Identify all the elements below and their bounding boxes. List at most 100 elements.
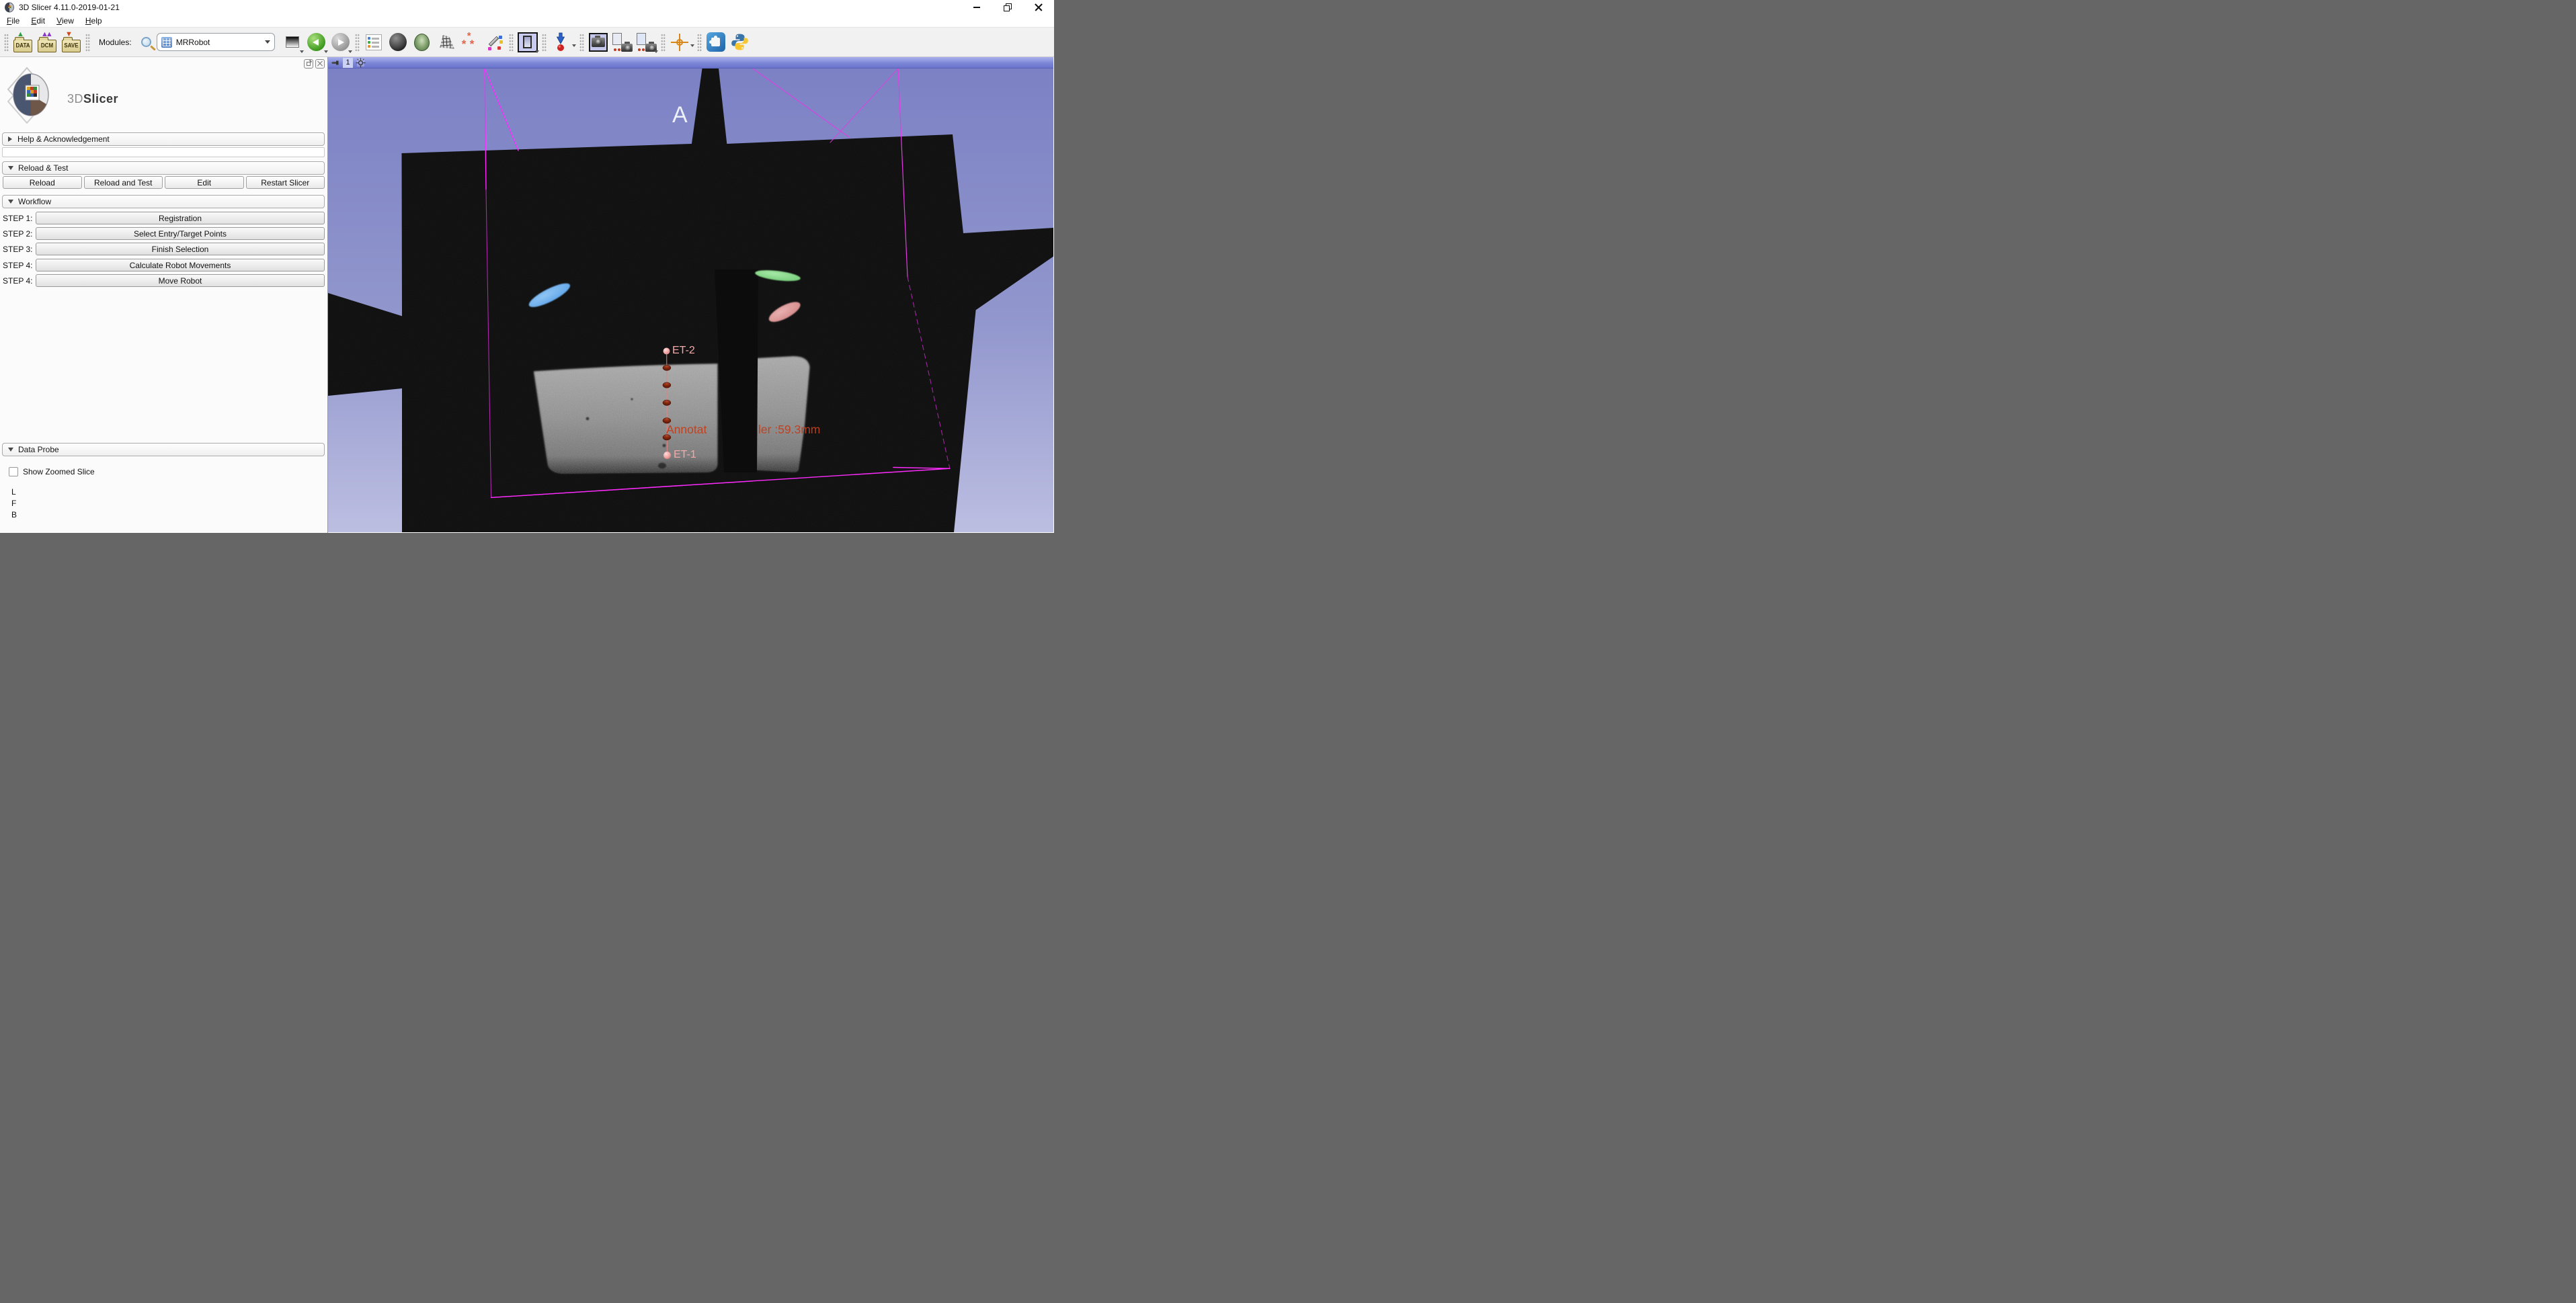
select-entry-target-button[interactable]: Select Entry/Target Points — [36, 227, 325, 240]
section-title: Workflow — [18, 197, 51, 206]
section-title: Help & Acknowledgement — [17, 134, 110, 144]
chevron-down-icon — [324, 50, 328, 53]
step-label: STEP 4: — [3, 276, 36, 286]
axis-label-l: L — [11, 487, 16, 497]
mesh-wedge-icon — [438, 34, 454, 50]
dicom-button[interactable]: ▲▲ DCM — [36, 30, 58, 55]
crosshair-button[interactable] — [668, 30, 691, 55]
restart-slicer-button[interactable]: Restart Slicer — [246, 176, 325, 189]
menu-help[interactable]: Help — [81, 15, 107, 26]
ruler-text-right: ler :59.3mm — [758, 423, 820, 436]
chevron-down-icon — [348, 50, 352, 53]
screenshot-button[interactable] — [587, 30, 610, 55]
scene-view-camera-icon — [612, 33, 633, 52]
fiducial-et1-label: ET-1 — [674, 449, 696, 460]
view-controller-bar[interactable]: 1 — [328, 57, 1053, 69]
layout-selector-button[interactable] — [516, 30, 539, 55]
fiducial-pin-icon — [555, 32, 566, 52]
red-asterisks-icon: * * * — [461, 33, 480, 52]
chevron-down-icon — [654, 50, 658, 53]
registration-button[interactable]: Registration — [36, 212, 325, 224]
scene-view-button[interactable] — [611, 30, 634, 55]
show-zoomed-slice-label: Show Zoomed Slice — [23, 467, 95, 476]
python-icon — [731, 33, 749, 51]
python-console-button[interactable] — [729, 30, 752, 55]
toolbar-grip[interactable] — [85, 33, 90, 52]
minimize-icon — [973, 7, 980, 8]
ruler-annotation — [663, 351, 671, 455]
module-search-icon[interactable] — [141, 37, 151, 47]
models-button[interactable] — [435, 30, 458, 55]
restore-icon — [1004, 3, 1012, 11]
3d-scene[interactable]: ET-2 ET-1 Annotat ler :59.3mm A — [328, 69, 1053, 532]
extensions-manager-button[interactable] — [705, 30, 727, 55]
chevron-down-icon — [535, 50, 539, 53]
toolbar-grip[interactable] — [355, 33, 360, 52]
finish-selection-button[interactable]: Finish Selection — [36, 243, 325, 255]
reload-and-test-button[interactable]: Reload and Test — [84, 176, 163, 189]
close-button[interactable] — [1023, 0, 1054, 15]
close-icon — [317, 61, 323, 67]
ruler-tick-disk — [663, 400, 671, 405]
forward-arrow-icon — [331, 33, 350, 51]
restore-scene-view-button[interactable] — [635, 30, 658, 55]
history-swatch-icon — [286, 36, 299, 48]
section-workflow[interactable]: Workflow — [2, 195, 325, 208]
axis-label-f: F — [11, 499, 16, 508]
section-help-acknowledgement[interactable]: Help & Acknowledgement — [2, 132, 325, 146]
fiducial-et2-point[interactable] — [663, 348, 670, 355]
menu-bar: File Edit View Help — [0, 15, 1054, 27]
slicer-logo-icon — [4, 65, 66, 124]
reload-button[interactable]: Reload — [3, 176, 82, 189]
chevron-down-icon — [690, 44, 694, 47]
scene-views-icon — [637, 33, 657, 52]
edit-button[interactable]: Edit — [165, 176, 244, 189]
ruler-tick-disk — [663, 382, 671, 388]
toolbar-grip[interactable] — [509, 33, 514, 52]
undock-panel-button[interactable] — [304, 59, 313, 69]
section-data-probe[interactable]: Data Probe — [2, 443, 325, 456]
menu-edit[interactable]: Edit — [26, 15, 50, 26]
close-panel-button[interactable] — [315, 59, 325, 69]
axis-label-b: B — [11, 510, 17, 519]
toolbar-grip[interactable] — [4, 33, 9, 52]
module-icon — [161, 37, 172, 48]
module-selector[interactable]: MRRobot — [157, 33, 275, 51]
camera-icon — [589, 33, 608, 52]
save-button[interactable]: ▼ SAVE — [60, 30, 83, 55]
section-title: Reload & Test — [18, 163, 69, 173]
transforms-button[interactable]: * * * — [459, 30, 482, 55]
maximize-button[interactable] — [992, 0, 1023, 15]
volume-rendering-button[interactable] — [387, 30, 409, 55]
module-list-icon — [366, 34, 382, 50]
toolbar-grip[interactable] — [542, 33, 547, 52]
module-history-button[interactable] — [281, 30, 304, 55]
minimize-button[interactable] — [961, 0, 992, 15]
move-robot-button[interactable]: Move Robot — [36, 274, 325, 287]
chevron-down-icon — [572, 44, 576, 47]
green-barrel-icon — [414, 34, 430, 51]
module-back-button[interactable] — [305, 30, 328, 55]
pin-icon[interactable] — [331, 58, 340, 67]
section-reload-test[interactable]: Reload & Test — [2, 161, 325, 175]
toolbar-grip[interactable] — [697, 33, 702, 52]
annotations-button[interactable] — [483, 30, 506, 55]
close-icon — [1035, 3, 1043, 11]
module-forward-button[interactable] — [329, 30, 352, 55]
fiducial-et1-point[interactable] — [663, 452, 671, 459]
toolbar-grip[interactable] — [661, 33, 666, 52]
place-fiducial-button[interactable] — [549, 30, 572, 55]
view-spin-icon[interactable] — [356, 58, 366, 68]
expanded-arrow-icon — [8, 448, 13, 452]
show-zoomed-slice-checkbox[interactable] — [9, 467, 18, 476]
module-list-button[interactable] — [362, 30, 385, 55]
segmentation-button[interactable] — [411, 30, 434, 55]
slicer-wordmark: 3DSlicer — [67, 92, 118, 106]
menu-file[interactable]: File — [2, 15, 24, 26]
load-data-button[interactable]: ▲ DATA — [11, 30, 34, 55]
folder-save-icon: ▼ SAVE — [62, 40, 81, 52]
calculate-robot-movements-button[interactable]: Calculate Robot Movements — [36, 259, 325, 271]
toolbar-grip[interactable] — [579, 33, 584, 52]
back-arrow-icon — [307, 33, 325, 51]
menu-view[interactable]: View — [52, 15, 79, 26]
